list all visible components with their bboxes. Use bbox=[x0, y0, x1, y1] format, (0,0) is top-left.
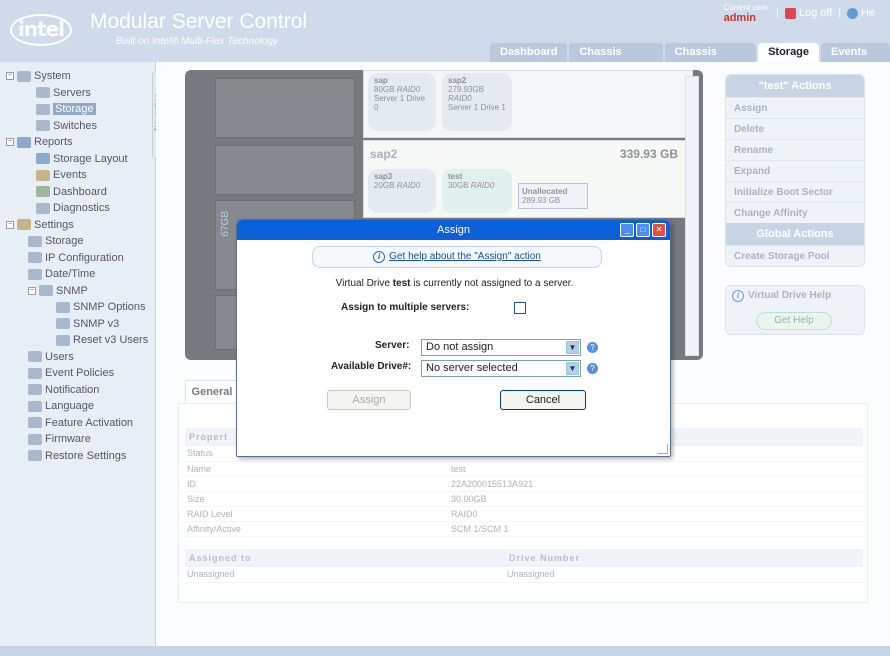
tree-item-system[interactable]: − System bbox=[6, 68, 148, 85]
tree-item-restore-settings[interactable]: Restore Settings bbox=[6, 448, 148, 465]
assign-dialog: Assign _ □ ✕ i Get help about the "Assign… bbox=[236, 219, 671, 457]
assign-help-link[interactable]: i Get help about the "Assign" action bbox=[312, 246, 602, 268]
tree-item-dashboard[interactable]: Dashboard bbox=[6, 184, 148, 201]
server-rack-icon bbox=[17, 70, 31, 82]
tree-item-feature-activation[interactable]: Feature Activation bbox=[6, 415, 148, 432]
tree-item-settings[interactable]: − Settings bbox=[6, 217, 148, 234]
nav-tree: − System Servers Storage Switches − Report… bbox=[6, 68, 148, 464]
main-tabs: Dashboard Chassis Front Chassis Back Sto… bbox=[490, 43, 890, 77]
tree-item-date-time[interactable]: Date/Time bbox=[6, 266, 148, 283]
chevron-down-icon[interactable]: ▼ bbox=[566, 341, 579, 354]
collapse-icon[interactable]: − bbox=[6, 138, 14, 147]
multi-server-checkbox[interactable] bbox=[514, 302, 526, 314]
tree-item-snmp-v3[interactable]: SNMP v3 bbox=[6, 316, 148, 333]
settings-icon bbox=[28, 367, 42, 379]
server-select[interactable]: Do not assign ▼ bbox=[421, 339, 581, 356]
maximize-icon[interactable]: □ bbox=[636, 223, 650, 237]
settings-icon bbox=[39, 285, 53, 297]
tab-storage[interactable]: Storage bbox=[758, 43, 820, 62]
tab-dashboard[interactable]: Dashboard bbox=[490, 43, 568, 62]
assign-button[interactable]: Assign bbox=[327, 390, 411, 410]
tab-chassis-front[interactable]: Chassis Front bbox=[569, 43, 663, 77]
tree-item-snmp-options[interactable]: SNMP Options bbox=[6, 299, 148, 316]
tree-item-reports[interactable]: − Reports bbox=[6, 134, 148, 151]
available-drive-select[interactable]: No server selected ▼ bbox=[421, 360, 581, 377]
logoff-icon bbox=[784, 7, 796, 19]
settings-gear-icon bbox=[17, 219, 31, 231]
dashboard-icon bbox=[36, 186, 50, 198]
dialog-titlebar[interactable]: Assign _ □ ✕ bbox=[237, 220, 670, 240]
events-icon bbox=[36, 169, 50, 181]
app-subtitle: Built on Intel® Multi-Flex Technology bbox=[116, 36, 279, 47]
minimize-icon[interactable]: _ bbox=[620, 223, 634, 237]
tree-item-events[interactable]: Events bbox=[6, 167, 148, 184]
tree-item-storage-layout[interactable]: Storage Layout bbox=[6, 151, 148, 168]
settings-icon bbox=[28, 417, 42, 429]
settings-icon bbox=[28, 384, 42, 396]
server-label: Server: bbox=[375, 340, 410, 351]
tree-item-language[interactable]: Language bbox=[6, 398, 148, 415]
tab-events[interactable]: Events✓ bbox=[821, 43, 890, 77]
switch-icon bbox=[36, 120, 50, 132]
tree-item-snmp[interactable]: − SNMP bbox=[6, 283, 148, 300]
tab-chassis-back[interactable]: Chassis Back bbox=[664, 43, 757, 77]
collapse-icon[interactable]: − bbox=[6, 72, 14, 81]
settings-icon bbox=[28, 235, 42, 247]
storage-icon bbox=[36, 103, 50, 115]
settings-icon bbox=[28, 252, 42, 264]
help-icon bbox=[846, 7, 858, 19]
tree-item-servers[interactable]: Servers bbox=[6, 85, 148, 102]
current-user-name: admin bbox=[723, 12, 756, 24]
intel-logo: intel bbox=[10, 14, 72, 46]
available-drive-label: Available Drive#: bbox=[331, 361, 412, 372]
collapse-icon[interactable]: − bbox=[6, 220, 14, 229]
info-icon: i bbox=[373, 251, 386, 263]
settings-icon bbox=[28, 450, 42, 462]
settings-icon bbox=[28, 400, 42, 412]
multi-server-label: Assign to multiple servers: bbox=[341, 302, 470, 313]
settings-icon bbox=[28, 351, 42, 363]
reports-icon bbox=[17, 136, 31, 148]
dialog-title: Assign bbox=[436, 224, 471, 236]
settings-icon bbox=[56, 318, 70, 330]
current-user: Current user: admin bbox=[723, 3, 771, 24]
servers-icon bbox=[36, 87, 50, 99]
chevron-down-icon[interactable]: ▼ bbox=[566, 362, 579, 375]
report-doc-icon bbox=[36, 153, 50, 165]
diagnostics-icon bbox=[36, 202, 50, 214]
tree-item-ip-configuration[interactable]: IP Configuration bbox=[6, 250, 148, 267]
app-title: Modular Server Control bbox=[90, 10, 308, 33]
settings-icon bbox=[28, 268, 42, 280]
logoff-link[interactable]: Log off bbox=[784, 7, 832, 19]
tree-item-reset-v3-users[interactable]: Reset v3 Users bbox=[6, 332, 148, 349]
app-header: intel Modular Server Control Built on In… bbox=[0, 0, 890, 77]
footer-bar bbox=[0, 646, 890, 656]
tree-item-users[interactable]: Users bbox=[6, 349, 148, 366]
collapse-icon[interactable]: − bbox=[28, 286, 36, 295]
tree-item-event-policies[interactable]: Event Policies bbox=[6, 365, 148, 382]
cancel-button[interactable]: Cancel bbox=[500, 390, 586, 410]
tree-item-firmware[interactable]: Firmware bbox=[6, 431, 148, 448]
settings-icon bbox=[28, 433, 42, 445]
tree-item-diagnostics[interactable]: Diagnostics bbox=[6, 200, 148, 217]
tree-item-storage[interactable]: Storage bbox=[6, 101, 148, 118]
resize-grip[interactable] bbox=[658, 444, 668, 454]
dialog-message: Virtual Drive test is currently not assi… bbox=[335, 278, 574, 289]
tree-item-notification[interactable]: Notification bbox=[6, 382, 148, 399]
user-box: Current user: admin | Log off | He bbox=[723, 3, 875, 24]
help-icon[interactable]: ? bbox=[587, 363, 598, 374]
close-icon[interactable]: ✕ bbox=[652, 223, 666, 237]
help-link[interactable]: He bbox=[846, 7, 875, 19]
tree-item-settings-storage[interactable]: Storage bbox=[6, 233, 148, 250]
tree-item-switches[interactable]: Switches bbox=[6, 118, 148, 135]
help-icon[interactable]: ? bbox=[587, 342, 598, 353]
settings-icon bbox=[56, 334, 70, 346]
settings-icon bbox=[56, 301, 70, 313]
